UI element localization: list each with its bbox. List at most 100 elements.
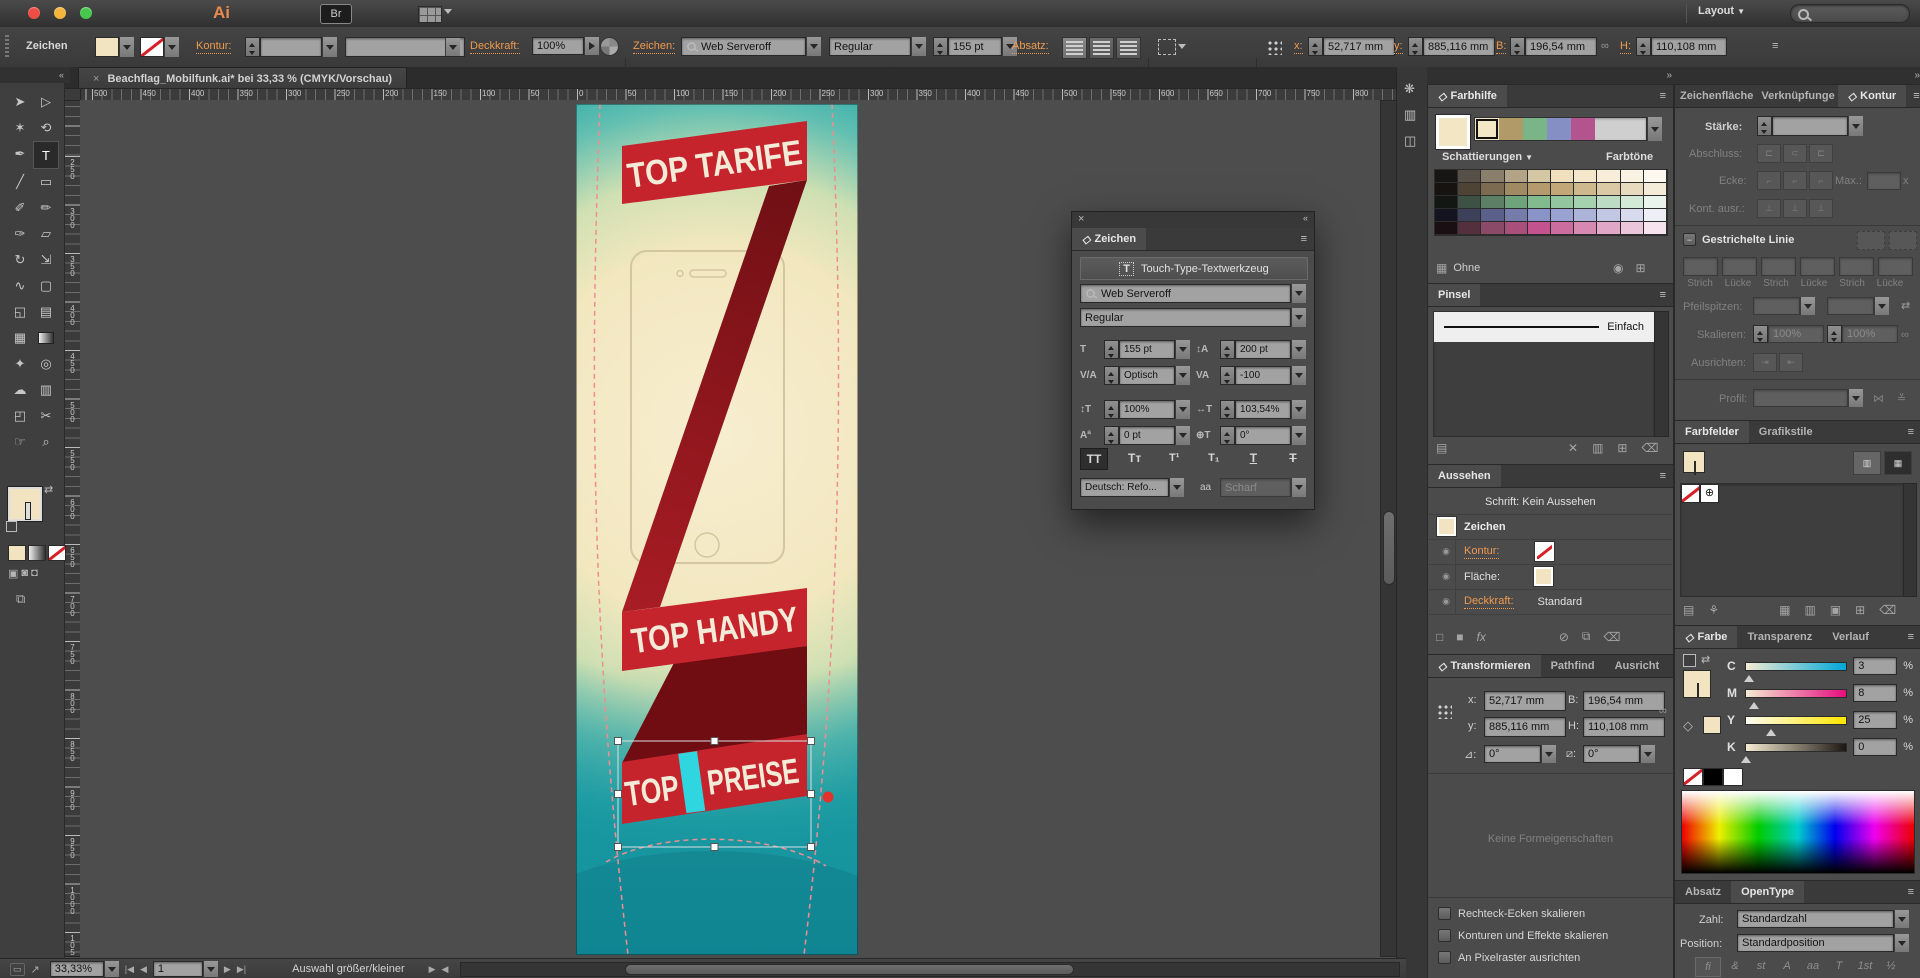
list-view-button[interactable]: ▥ [1853,451,1881,475]
tf-h-field[interactable]: 110,108 mm [1583,717,1665,737]
artboard[interactable]: TOP TARIFE TOP HANDY TOP PREISE [576,104,858,955]
font-dropdown-arrow[interactable] [806,37,821,56]
align-inside-button[interactable]: ⊥ [1783,199,1807,218]
scale-tool[interactable]: ⇲ [33,247,59,273]
shape-builder-tool[interactable]: ◱ [7,299,33,325]
superscript-button[interactable]: T¹ [1161,448,1187,468]
checkbox-konturen-und-effekte-skalieren[interactable]: Konturen und Effekte skalieren [1438,929,1666,942]
kerning-field[interactable]: Optisch [1104,366,1190,385]
delete-brush-icon[interactable]: ⌫ [1641,441,1658,455]
variation-swatch[interactable] [1551,209,1574,222]
mesh-tool[interactable]: ▦ [7,325,33,351]
color-mode-button[interactable] [8,545,26,561]
swatch-options-icon[interactable]: ▥ [1804,603,1815,617]
remove-brushstroke-icon[interactable]: ✕ [1568,441,1578,455]
transform-reference-point[interactable] [1436,703,1452,719]
panel-menu-icon[interactable]: ≡ [1901,421,1920,443]
variation-swatch[interactable] [1597,183,1620,196]
fill-dropdown-arrow[interactable] [119,37,134,57]
variable-width-profile[interactable] [345,37,465,57]
tab-zeichen[interactable]: ◇Zeichen [1072,228,1146,250]
panel-titlebar[interactable]: × « [1072,212,1314,228]
variation-swatch[interactable] [1551,222,1574,235]
checkbox-an-pixelraster-ausrichten[interactable]: An Pixelraster ausrichten [1438,951,1666,964]
opentype-feature-button[interactable]: & [1723,957,1747,975]
gradient-mode-button[interactable] [28,545,46,561]
font-size-field[interactable]: 155 pt [948,37,1002,56]
appearance-row-kontur[interactable]: ◉Kontur: [1429,539,1672,565]
harmony-color[interactable] [1499,118,1523,140]
arrowhead-start-dropdown[interactable] [1753,297,1815,315]
variation-swatch[interactable] [1528,196,1551,209]
h-label[interactable]: H: [1620,40,1631,54]
variation-swatch[interactable] [1435,196,1458,209]
variation-swatch[interactable] [1528,222,1551,235]
pen-tool[interactable]: ✒ [7,141,33,167]
vertical-scale-field[interactable]: 100% [1104,400,1190,419]
variation-swatch[interactable] [1458,196,1481,209]
recolor-artwork-icon[interactable] [600,37,619,56]
stroke-none-swatch[interactable] [140,37,164,57]
flip-across-icon[interactable]: ≚ [1897,392,1906,405]
tab-zeichenflaeche[interactable]: Zeichenfläche [1675,85,1758,107]
harmony-color[interactable] [1475,118,1499,140]
variation-swatch[interactable] [1481,209,1504,222]
variation-swatch[interactable] [1597,196,1620,209]
character-floating-panel[interactable]: × « ◇Zeichen ≡ T Touch-Type-Textwerkzeug… [1071,211,1315,510]
baseline-shift-field[interactable]: 0 pt [1104,426,1190,445]
tab-ausrichten[interactable]: Ausricht [1605,655,1670,677]
harmony-color[interactable] [1547,118,1571,140]
horizontal-scale-field[interactable]: 103,54% [1220,400,1306,419]
h-control[interactable]: 110,108 mm [1636,37,1727,56]
figure-dropdown[interactable]: Standardzahl [1737,910,1909,928]
swatch-themes-icon[interactable]: ⚘ [1708,603,1719,617]
miter-limit-field[interactable] [1867,172,1901,190]
add-to-swatches-icon[interactable]: ⊞ [1635,261,1645,275]
swatch-kinds-icon[interactable]: ▦ [1779,603,1790,617]
dock1-collapse-icon[interactable]: » [1427,67,1678,85]
opentype-feature-button[interactable]: ½ [1879,957,1903,975]
tf-b-field[interactable]: 196,54 mm [1583,691,1665,711]
opacity-control[interactable]: 100% [532,37,599,55]
stroke-color-button[interactable] [140,37,179,57]
variation-swatch[interactable] [1574,196,1597,209]
next-page-button[interactable]: ▶ [224,964,231,975]
tab-opentype[interactable]: OpenType [1731,881,1804,903]
zoom-control[interactable]: 33,33% [50,961,119,977]
black-quick-swatch[interactable] [1703,768,1723,786]
color-fill-stroke[interactable] [1683,670,1685,682]
draw-inside-icon[interactable]: ◘ [31,567,38,580]
anchor-point-dot[interactable] [823,792,834,803]
rectangle-tool[interactable]: ▭ [33,169,59,195]
registration-swatch[interactable]: ⊕ [1700,484,1719,503]
variation-swatch[interactable] [1574,183,1597,196]
variation-swatch[interactable] [1505,196,1528,209]
cmyk-slider-M[interactable]: M8% [1727,683,1913,703]
panel-close-icon[interactable]: × [1078,213,1084,225]
shaper-tool[interactable]: ✑ [7,221,33,247]
variation-swatch[interactable] [1551,196,1574,209]
opentype-feature-button[interactable]: 1st [1853,957,1877,975]
horizontal-scrollbar[interactable] [460,962,1400,977]
tab-pinsel[interactable]: Pinsel [1428,284,1480,306]
dash-field[interactable] [1761,257,1796,276]
panel-menu-icon[interactable]: ≡ [1906,85,1920,107]
clear-appearance-icon[interactable]: ⊘ [1559,630,1569,644]
panel-collapse-icon[interactable]: « [1303,213,1308,223]
workspace-dropdown-arrow[interactable] [444,9,452,18]
align-dash-button[interactable] [1889,231,1917,250]
cmyk-slider-K[interactable]: K0% [1727,737,1913,757]
dash-field[interactable] [1878,257,1913,276]
swap-fill-stroke-icon[interactable]: ⇄ [44,483,53,496]
underline-button[interactable]: T [1240,448,1266,468]
reference-point-icon[interactable] [1266,39,1282,55]
zoom-level-field[interactable]: 33,33% [50,961,104,977]
zoom-tool[interactable]: ⌕ [33,429,59,455]
panel-menu-icon[interactable]: ≡ [1901,626,1920,648]
visibility-eye-icon[interactable]: ◉ [1437,589,1456,614]
x-control[interactable]: 52,717 mm [1308,37,1395,56]
share-icon[interactable]: ↗ [31,963,40,976]
page-control[interactable]: 1 [153,961,218,977]
variation-swatch[interactable] [1505,222,1528,235]
tab-aussehen[interactable]: Aussehen [1428,465,1501,487]
